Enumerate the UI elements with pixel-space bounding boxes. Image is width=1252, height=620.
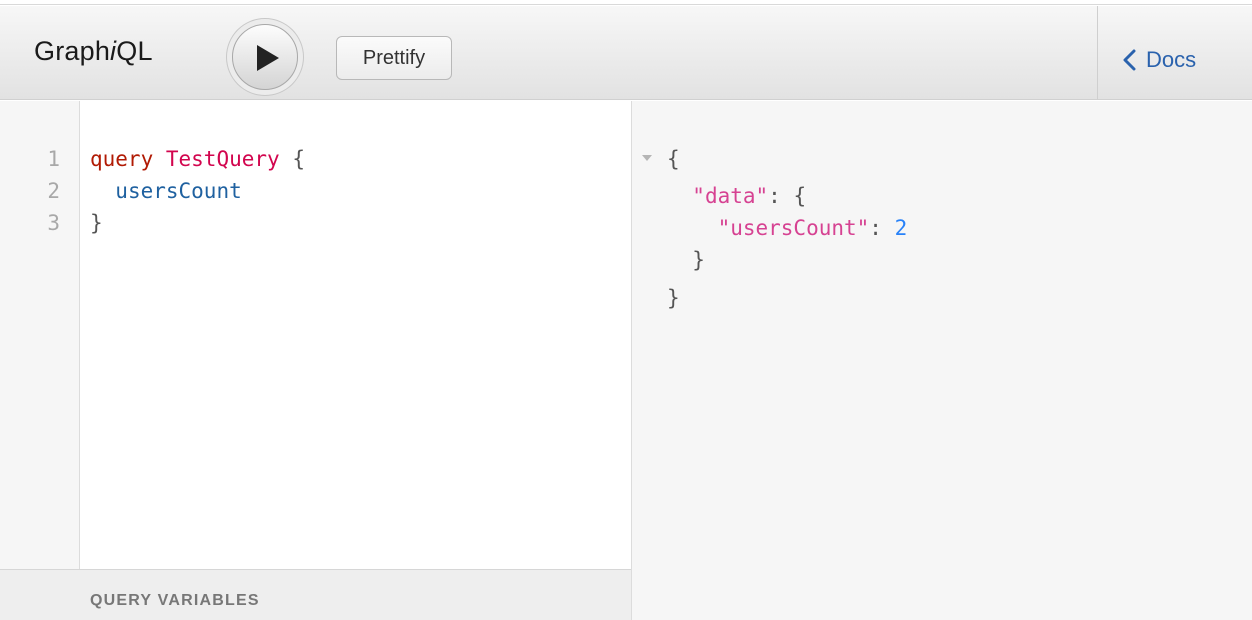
result-line-2: "data": {	[667, 180, 806, 212]
docs-label: Docs	[1146, 47, 1197, 72]
execute-query-button[interactable]	[232, 24, 298, 90]
docs-button[interactable]: Docs	[1122, 40, 1196, 80]
line-number: 1	[47, 147, 60, 171]
result-line-1: {	[667, 147, 680, 171]
query-variables-label: QUERY VARIABLES	[90, 592, 260, 609]
result-viewer	[631, 101, 1252, 620]
query-line-3[interactable]: }	[90, 207, 103, 239]
result-line-3: "usersCount": 2	[667, 212, 908, 244]
chevron-left-icon	[1123, 49, 1136, 71]
toolbar: GraphiQL Prettify Docs	[0, 6, 1252, 100]
result-line-4: }	[692, 248, 705, 272]
query-line-2[interactable]: usersCount	[90, 175, 242, 207]
window-top-edge	[0, 0, 1252, 5]
result-key: "usersCount"	[717, 216, 870, 240]
operation-name: TestQuery	[165, 147, 280, 171]
result-line-5: }	[667, 286, 680, 310]
open-brace: {	[292, 147, 305, 171]
result-colon: :	[869, 216, 895, 240]
result-value: 2	[894, 216, 908, 240]
app-title: GraphiQL	[34, 36, 153, 66]
query-line-1[interactable]: query TestQuery {	[90, 143, 305, 175]
prettify-button[interactable]: Prettify	[336, 36, 452, 80]
play-icon	[257, 45, 279, 71]
line-number: 2	[47, 179, 60, 203]
result-key: "data"	[692, 184, 769, 208]
result-punct: : {	[768, 184, 807, 208]
docs-divider	[1097, 6, 1098, 100]
line-number: 3	[47, 211, 60, 235]
query-variables-bar[interactable]: QUERY VARIABLES	[0, 569, 631, 620]
query-field: usersCount	[115, 179, 242, 203]
fold-triangle-icon[interactable]	[641, 154, 653, 162]
query-keyword: query	[90, 147, 154, 171]
